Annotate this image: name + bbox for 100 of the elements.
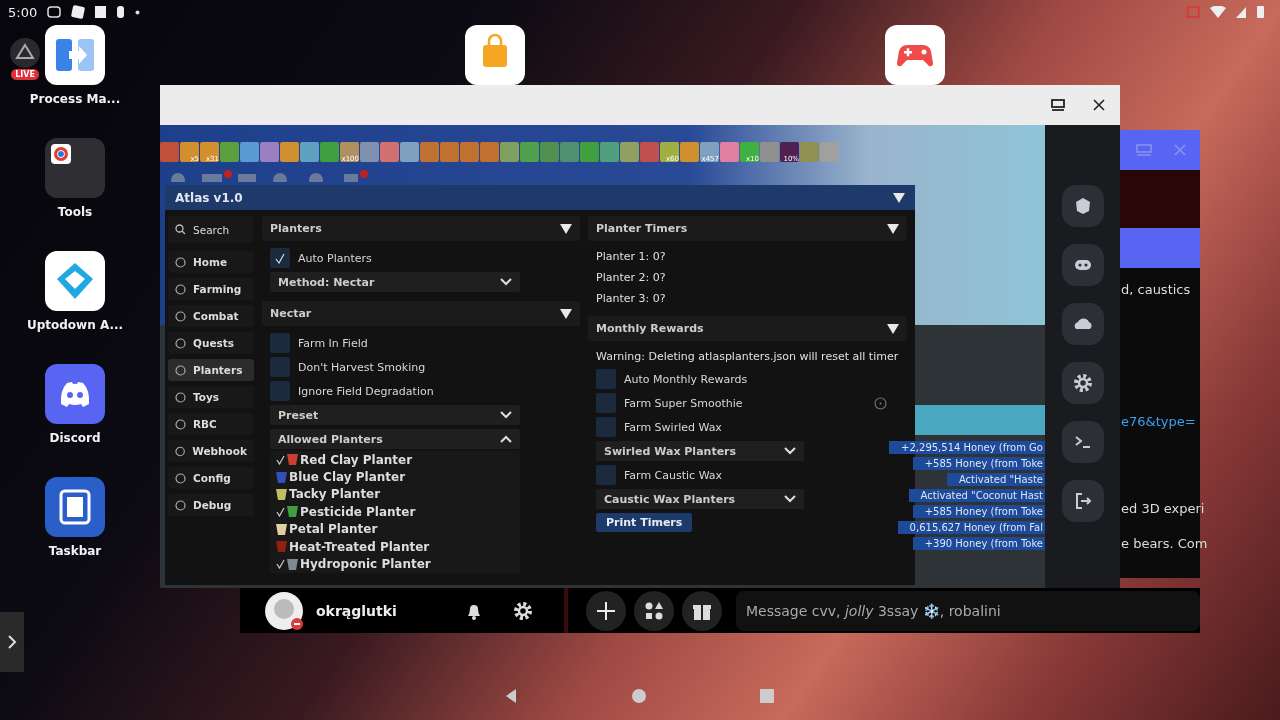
app-icon[interactable] <box>45 25 105 85</box>
checkbox[interactable] <box>270 248 290 268</box>
checkbox[interactable] <box>270 381 290 401</box>
chevron-down-icon <box>784 495 796 503</box>
message-text: e bears. Com <box>1121 536 1208 551</box>
shopping-bag-icon[interactable] <box>465 25 525 85</box>
planter-option[interactable]: Tacky Planter <box>276 485 514 504</box>
checkbox[interactable] <box>270 357 290 377</box>
dropdown[interactable]: Swirled Wax Planters <box>596 441 804 461</box>
collapse-icon[interactable] <box>560 308 572 319</box>
section-title: Planter Timers <box>596 222 688 235</box>
checkbox[interactable] <box>596 369 616 389</box>
logout-icon[interactable] <box>1061 480 1104 522</box>
checkbox-label: Farm Swirled Wax <box>624 420 722 434</box>
dropdown[interactable]: Caustic Wax Planters <box>596 489 804 509</box>
nav-tab[interactable]: Quests <box>168 332 254 354</box>
collapse-icon[interactable] <box>887 323 899 334</box>
message-field[interactable]: Message cvv, jolly 3ssay ❄, robalini <box>736 590 1200 631</box>
nav-tab[interactable]: Planters <box>168 359 254 381</box>
avatar[interactable] <box>264 590 304 631</box>
chevron-up-icon <box>500 435 512 443</box>
dropdown[interactable]: Allowed Planters <box>270 429 520 449</box>
app-label: Uptodown A... <box>26 318 124 332</box>
settings-icon[interactable] <box>512 599 534 622</box>
discord-icon[interactable] <box>45 364 105 424</box>
folder-icon[interactable] <box>45 138 105 198</box>
settings-icon[interactable] <box>1061 362 1104 404</box>
nav-tab[interactable]: Farming <box>168 278 254 300</box>
dropdown[interactable]: Preset <box>270 405 520 425</box>
planter-option[interactable]: Red Clay Planter <box>276 451 514 469</box>
close-icon[interactable] <box>1093 99 1105 111</box>
app-notification-icon <box>71 5 86 19</box>
gamepad-icon[interactable] <box>1061 244 1104 286</box>
game-notification: +585 Honey (from Toke <box>912 457 1045 470</box>
nav-icon <box>175 391 186 403</box>
section-header[interactable]: Planter Timers <box>588 216 907 241</box>
terminal-icon[interactable] <box>1061 421 1104 463</box>
home-icon[interactable] <box>631 688 647 704</box>
section-header[interactable]: Planters <box>262 216 580 241</box>
info-text: Planter 2: 0? <box>596 270 667 286</box>
checkbox-label: Auto Monthly Rewards <box>624 372 748 386</box>
streaming-app-icon[interactable] <box>10 38 40 68</box>
nav-tab[interactable]: Combat <box>168 305 254 327</box>
dropdown[interactable]: Method: Nectar <box>270 272 520 292</box>
nav-icon <box>175 418 186 430</box>
checkbox[interactable] <box>596 417 616 437</box>
maximize-icon[interactable] <box>1051 99 1065 111</box>
planter-option[interactable]: Heat-Treated Planter <box>276 537 514 556</box>
checkbox-label: Farm Caustic Wax <box>624 468 723 482</box>
info-icon[interactable] <box>874 396 887 410</box>
checkbox[interactable] <box>270 333 290 353</box>
collapse-icon[interactable] <box>893 192 905 203</box>
nav-tab[interactable]: Config <box>168 467 254 489</box>
search-button[interactable]: Search <box>168 216 254 243</box>
checkbox[interactable] <box>596 393 616 413</box>
game-notification: +585 Honey (from Toke <box>912 505 1045 518</box>
wifi-icon <box>1210 6 1226 18</box>
cast-icon <box>1187 6 1200 18</box>
checkbox[interactable] <box>596 465 616 485</box>
nav-tab[interactable]: Webhook <box>168 440 254 462</box>
section-header[interactable]: Nectar <box>262 301 580 326</box>
section-header[interactable]: Monthly Rewards <box>588 316 907 341</box>
planter-icon <box>287 505 298 519</box>
planter-option[interactable]: Hydroponic Planter <box>276 555 514 573</box>
gift-icon[interactable] <box>682 590 722 631</box>
gamepad-icon[interactable] <box>885 25 945 85</box>
collapse-icon[interactable] <box>560 223 572 234</box>
game-notification: 0,615,627 Honey (from Fal <box>897 521 1045 534</box>
nav-icon <box>175 283 186 295</box>
chevron-down-icon <box>500 278 512 286</box>
check-icon <box>275 252 285 264</box>
app-icon[interactable] <box>45 251 105 311</box>
shield-icon[interactable] <box>1061 185 1104 227</box>
app-icon[interactable] <box>45 477 105 537</box>
apps-icon[interactable] <box>634 590 674 631</box>
checkbox-label: Don't Harvest Smoking <box>298 360 426 374</box>
print-timers-button[interactable]: Print Timers <box>596 513 693 532</box>
message-link[interactable]: e76&type= <box>1121 414 1196 429</box>
nav-tab[interactable]: Toys <box>168 386 254 408</box>
nav-icon <box>175 499 186 511</box>
planter-option[interactable]: Petal Planter <box>276 520 514 538</box>
planter-option[interactable]: Pesticide Planter <box>276 503 514 521</box>
plus-icon[interactable] <box>586 590 626 631</box>
cloud-icon[interactable] <box>1061 303 1104 345</box>
chevron-right-icon[interactable] <box>0 612 24 672</box>
message-text: d, caustics <box>1121 282 1191 297</box>
checkbox-label: Ignore Field Degradation <box>298 384 434 398</box>
recents-icon[interactable] <box>759 688 775 704</box>
info-text: Warning: Deleting atlasplanters.json will reset all timer <box>596 349 900 365</box>
search-icon <box>175 224 186 235</box>
nav-tab[interactable]: Home <box>168 251 254 273</box>
nav-tab[interactable]: RBC <box>168 413 254 435</box>
planter-option[interactable]: Blue Clay Planter <box>276 468 514 486</box>
check-icon <box>276 454 285 465</box>
checkbox-label: Auto Planters <box>298 251 372 265</box>
collapse-icon[interactable] <box>887 223 899 234</box>
nav-tab[interactable]: Debug <box>168 494 254 516</box>
nav-icon <box>175 364 186 376</box>
info-text: Planter 3: 0? <box>596 291 667 307</box>
signal-icon <box>1236 6 1247 18</box>
